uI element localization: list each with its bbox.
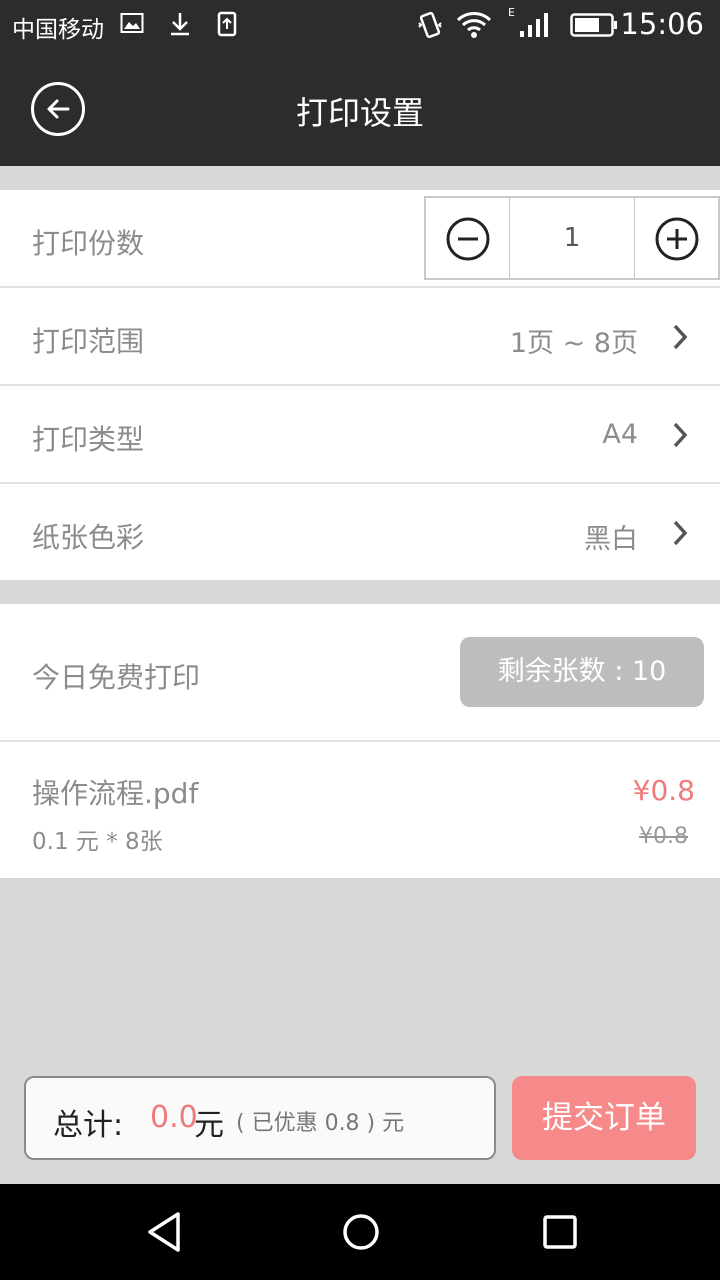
circle-home-icon: [343, 1214, 379, 1250]
triangle-back-icon: [148, 1212, 180, 1252]
status-bar: 中国移动 E 15:06: [0, 0, 720, 50]
minus-circle-icon: [446, 217, 490, 261]
free-print-row: 今日免费打印 剩余张数 : 10: [0, 604, 720, 740]
chevron-right-icon: [673, 324, 688, 350]
discount-text: ( 已优惠 0.8 ) 元: [236, 1111, 405, 1136]
print-type-row[interactable]: 打印类型 A4: [0, 386, 720, 482]
carrier-name: 中国移动: [12, 17, 104, 43]
signal-icon: [518, 11, 550, 43]
app-header: 打印设置: [0, 50, 720, 166]
nav-recents-button[interactable]: [540, 1210, 580, 1258]
battery-icon: [570, 13, 618, 41]
copies-stepper: 1: [424, 196, 720, 280]
print-type-label: 打印类型: [32, 423, 145, 456]
print-type-value: A4: [602, 419, 638, 450]
total-amount: 0.0: [150, 1100, 198, 1135]
page-title: 打印设置: [295, 94, 424, 132]
nav-home-button[interactable]: [340, 1210, 382, 1258]
vibrate-icon: [416, 11, 444, 43]
total-unit: 元: [194, 1108, 224, 1143]
increment-button[interactable]: [635, 198, 718, 278]
download-icon: [168, 11, 192, 41]
image-icon: [120, 11, 144, 39]
print-range-row[interactable]: 打印范围 1页 ~ 8页: [0, 288, 720, 384]
plus-circle-icon: [655, 217, 699, 261]
print-range-label: 打印范围: [32, 325, 145, 358]
file-price-detail: 0.1 元 * 8张: [32, 829, 163, 855]
total-summary: 总计: 0.0 元 ( 已优惠 0.8 ) 元: [24, 1076, 496, 1160]
copies-row: 打印份数 1: [0, 190, 720, 286]
chevron-right-icon: [673, 422, 688, 448]
square-recents-icon: [543, 1215, 577, 1249]
remaining-sheets-badge: 剩余张数 : 10: [460, 637, 704, 707]
copies-label: 打印份数: [32, 227, 145, 260]
upload-icon: [217, 11, 237, 41]
file-price: ¥0.8: [632, 774, 695, 807]
free-print-label: 今日免费打印: [32, 661, 201, 694]
chevron-right-icon: [673, 520, 688, 546]
paper-color-row[interactable]: 纸张色彩 黑白: [0, 484, 720, 580]
file-original-price: ¥0.8: [639, 824, 688, 849]
file-name: 操作流程.pdf: [32, 777, 199, 810]
decrement-button[interactable]: [426, 198, 510, 278]
file-item: 操作流程.pdf 0.1 元 * 8张 ¥0.8 ¥0.8: [0, 742, 720, 878]
nav-back-button[interactable]: [144, 1210, 184, 1258]
clock: 15:06: [620, 7, 704, 41]
paper-color-value: 黑白: [584, 524, 638, 555]
paper-color-label: 纸张色彩: [32, 521, 145, 554]
copies-value[interactable]: 1: [510, 198, 635, 278]
network-type: E: [508, 6, 515, 19]
print-range-value: 1页 ~ 8页: [509, 328, 638, 359]
wifi-icon: [456, 11, 492, 43]
total-label: 总计:: [53, 1108, 124, 1143]
submit-order-button[interactable]: 提交订单: [512, 1076, 696, 1160]
navigation-bar: [0, 1184, 720, 1280]
